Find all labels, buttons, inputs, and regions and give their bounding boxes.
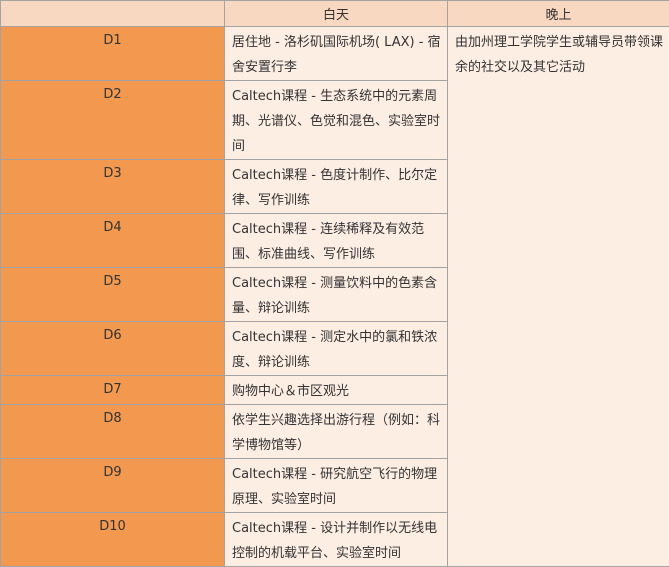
header-daytime: 白天 — [225, 1, 448, 27]
day-cell: D9 — [1, 459, 225, 513]
day-label: D4 — [1, 214, 224, 235]
daytime-cell: 依学生兴趣选择出游行程（例如：科学博物馆等） — [225, 405, 448, 459]
day-cell: D8 — [1, 405, 225, 459]
day-label: D2 — [1, 81, 224, 102]
header-row: 白天 晚上 — [1, 1, 669, 27]
daytime-cell: Caltech课程 - 研究航空飞行的物理原理、实验室时间 — [225, 459, 448, 513]
day-label: D1 — [1, 27, 224, 48]
daytime-cell: Caltech课程 - 连续稀释及有效范围、标准曲线、写作训练 — [225, 214, 448, 268]
daytime-cell: Caltech课程 - 测定水中的氯和铁浓度、辩论训练 — [225, 322, 448, 376]
header-evening: 晚上 — [448, 1, 669, 27]
header-day — [1, 1, 225, 27]
day-label: D8 — [1, 405, 224, 426]
evening-cell: 由加州理工学院学生或辅导员带领课余的社交以及其它活动 — [448, 27, 669, 567]
day-cell: D7 — [1, 376, 225, 405]
day-cell: D1 — [1, 27, 225, 81]
day-label: D10 — [1, 513, 224, 534]
day-cell: D3 — [1, 160, 225, 214]
day-cell: D10 — [1, 513, 225, 567]
day-cell: D4 — [1, 214, 225, 268]
day-label: D7 — [1, 376, 224, 397]
day-label: D9 — [1, 459, 224, 480]
day-cell: D6 — [1, 322, 225, 376]
daytime-cell: Caltech课程 - 设计并制作以无线电控制的机载平台、实验室时间 — [225, 513, 448, 567]
daytime-cell: 购物中心＆市区观光 — [225, 376, 448, 405]
daytime-cell: Caltech课程 - 测量饮料中的色素含量、辩论训练 — [225, 268, 448, 322]
day-label: D3 — [1, 160, 224, 181]
daytime-cell: Caltech课程 - 色度计制作、比尔定律、写作训练 — [225, 160, 448, 214]
schedule-table: 白天 晚上 D1 居住地 - 洛杉矶国际机场( LAX) - 宿舍安置行李 由加… — [0, 0, 669, 567]
day-cell: D5 — [1, 268, 225, 322]
daytime-cell: 居住地 - 洛杉矶国际机场( LAX) - 宿舍安置行李 — [225, 27, 448, 81]
day-label: D5 — [1, 268, 224, 289]
table-row: D1 居住地 - 洛杉矶国际机场( LAX) - 宿舍安置行李 由加州理工学院学… — [1, 27, 669, 81]
day-cell: D2 — [1, 81, 225, 160]
daytime-cell: Caltech课程 - 生态系统中的元素周期、光谱仪、色觉和混色、实验室时间 — [225, 81, 448, 160]
day-label: D6 — [1, 322, 224, 343]
